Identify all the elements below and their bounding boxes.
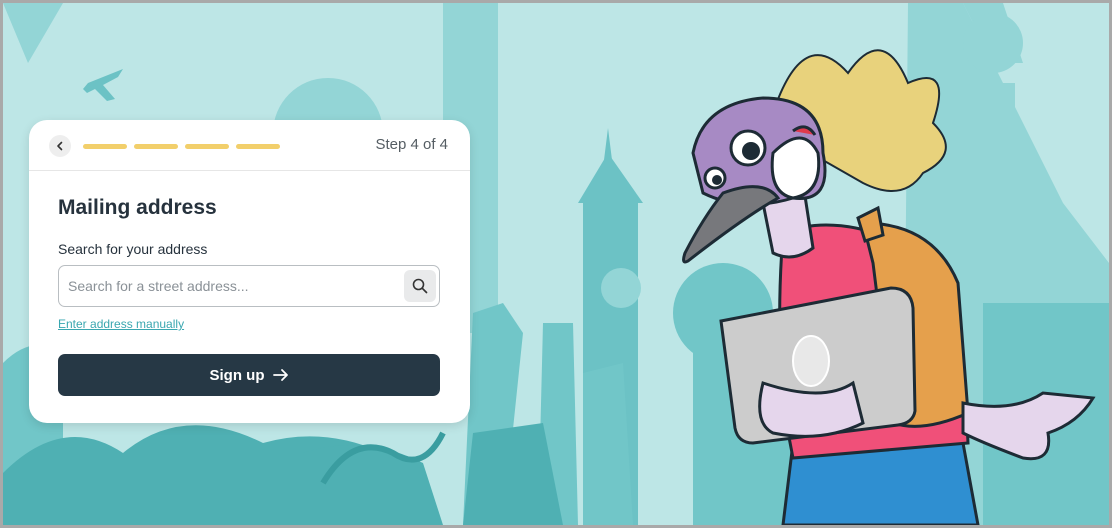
progress-bar	[83, 144, 283, 149]
progress-segment	[83, 144, 127, 149]
page-frame: Step 4 of 4 Mailing address Search for y…	[3, 3, 1109, 525]
plane-icon	[83, 69, 123, 101]
search-button[interactable]	[404, 270, 436, 302]
sign-up-label: Sign up	[209, 366, 265, 384]
signup-card: Step 4 of 4 Mailing address Search for y…	[29, 120, 470, 423]
enter-address-manually-link[interactable]: Enter address manually	[58, 317, 184, 331]
search-label: Search for your address	[58, 241, 208, 257]
address-search-input[interactable]	[68, 275, 388, 297]
arrow-right-icon	[272, 369, 288, 381]
progress-segment	[134, 144, 178, 149]
skyline-near	[3, 423, 563, 525]
step-label: Step 4 of 4	[375, 136, 448, 153]
chevron-left-icon	[57, 141, 63, 151]
page-title: Mailing address	[58, 196, 217, 219]
address-search-field	[58, 265, 440, 307]
progress-segment	[236, 144, 280, 149]
card-header: Step 4 of 4	[29, 120, 470, 171]
back-button[interactable]	[49, 135, 71, 157]
search-icon	[412, 278, 428, 294]
sign-up-button[interactable]: Sign up	[58, 354, 440, 396]
progress-segment	[185, 144, 229, 149]
